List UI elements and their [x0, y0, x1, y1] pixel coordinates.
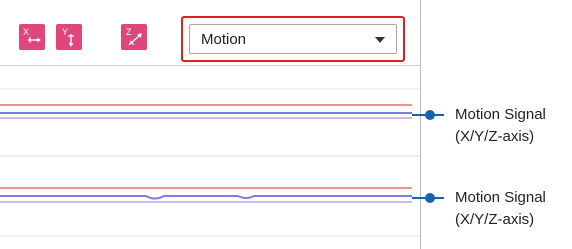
- callout-marker: [425, 193, 435, 203]
- x-axis-button[interactable]: X: [19, 24, 45, 50]
- z-axis-letter: Z: [126, 27, 132, 37]
- y-axis-arrow-icon: Y: [62, 27, 74, 47]
- x-axis-letter: X: [23, 27, 29, 37]
- callout-title: Motion Signal: [455, 106, 546, 123]
- callout-subtitle: (X/Y/Z-axis): [455, 211, 535, 228]
- chevron-down-icon: [375, 37, 385, 43]
- y-axis-button[interactable]: Y: [56, 24, 82, 50]
- callout-lower: Motion Signal (X/Y/Z-axis): [455, 187, 546, 231]
- callout-subtitle: (X/Y/Z-axis): [455, 128, 535, 145]
- motion-panel: X Y Z Motion: [0, 0, 421, 249]
- callout-upper: Motion Signal (X/Y/Z-axis): [455, 104, 546, 148]
- y-axis-letter: Y: [62, 27, 68, 37]
- y-signal-trace: [0, 195, 412, 200]
- signal-select[interactable]: Motion: [189, 24, 397, 54]
- x-axis-arrow-icon: X: [23, 27, 41, 43]
- z-axis-button[interactable]: Z: [121, 24, 147, 50]
- motion-signal-chart: [0, 88, 420, 237]
- signal-select-value: Motion: [201, 31, 247, 48]
- z-axis-arrow-icon: Z: [126, 27, 142, 46]
- callout-title: Motion Signal: [455, 189, 546, 206]
- toolbar: X Y Z Motion: [0, 0, 420, 66]
- callout-marker: [425, 110, 435, 120]
